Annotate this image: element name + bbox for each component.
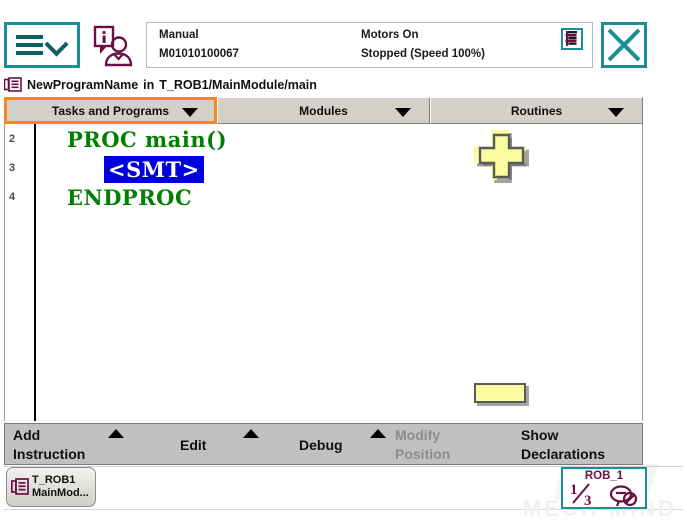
status-info-panel: Manual M01010100067 Motors On Stopped (S… [146, 22, 593, 68]
main-menu-button[interactable] [4, 22, 80, 68]
task-module-icon [11, 478, 29, 495]
program-pointer-icon [563, 30, 581, 48]
task-module: MainMod... [32, 487, 89, 499]
yellow-handle[interactable] [474, 383, 526, 403]
execution-state-label: Stopped (Speed 100%) [361, 48, 485, 60]
selector-tab-bar: Tasks and Programs Modules Routines [4, 97, 643, 124]
fraction-numerator: 1 [570, 482, 578, 498]
caret-down-icon [608, 107, 624, 117]
motors-state-label: Motors On [361, 29, 419, 41]
caret-down-icon [182, 107, 198, 117]
add-plus-icon [478, 133, 526, 180]
program-module-icon [4, 77, 22, 92]
code-text: ENDPROC [67, 185, 193, 210]
toolbar-label-line1: Debug [299, 437, 343, 453]
status-bar: T_ROB1 MainMod... ROB_1 1 3 [4, 466, 683, 511]
line-number: 2 [9, 133, 16, 145]
chevron-down-icon [46, 34, 68, 56]
breadcrumb-separator: in [143, 78, 155, 92]
toolbar-show-declarations[interactable]: Show Declarations [521, 424, 605, 464]
caret-up-icon[interactable] [370, 429, 386, 438]
operating-mode-label: Manual [159, 29, 199, 41]
caret-down-icon [395, 107, 411, 117]
line-number: 3 [9, 162, 16, 174]
tab-label: Routines [510, 103, 563, 118]
close-x-icon [607, 28, 641, 62]
toolbar-label-line2: Instruction [13, 446, 86, 462]
line-number: 4 [9, 191, 16, 203]
caret-up-icon[interactable] [108, 429, 124, 438]
breadcrumb-program: NewProgramName [27, 78, 139, 92]
toolbar-label-line2: Position [395, 446, 451, 462]
hamburger-menu-icon [16, 35, 43, 55]
close-button[interactable] [601, 22, 647, 68]
header-bar: Manual M01010100067 Motors On Stopped (S… [4, 22, 683, 70]
controller-id-label: M01010100067 [159, 48, 239, 60]
add-plus-button[interactable] [474, 130, 526, 180]
breadcrumb-path: T_ROB1/MainModule/main [159, 78, 317, 92]
program-pointer-button[interactable] [561, 28, 583, 50]
toolbar-label-line1: Show [521, 427, 559, 443]
task-button[interactable]: T_ROB1 MainMod... [6, 467, 96, 507]
toolbar-label-line2: Declarations [521, 446, 606, 462]
breadcrumb: NewProgramName in T_ROB1/MainModule/main [4, 74, 683, 96]
caret-up-icon[interactable] [243, 429, 259, 438]
tab-label: Modules [299, 103, 348, 118]
tab-label: Tasks and Programs [51, 103, 170, 118]
code-line[interactable]: 4 ENDPROC [5, 184, 642, 213]
tab-tasks-and-programs[interactable]: Tasks and Programs [4, 97, 217, 124]
toolbar-add-instruction[interactable]: Add Instruction [13, 424, 85, 464]
toolbar-label-line1: Modify [395, 427, 441, 443]
tab-routines[interactable]: Routines [430, 97, 643, 124]
code-line-selected[interactable]: 3 <SMT> [5, 155, 642, 184]
axis-fraction-indicator: 1 3 [570, 482, 592, 507]
fraction-denominator: 3 [584, 493, 592, 507]
code-text-selected: <SMT> [104, 156, 204, 183]
operator-info-button[interactable] [88, 24, 136, 68]
tool-disabled-icon [609, 485, 638, 507]
code-text: PROC main() [67, 127, 228, 152]
toolbar-label-line1: Add [13, 427, 41, 443]
flexpendant-screen: MECH MIND Manual M01010100067 [0, 0, 687, 526]
toolbar-label-line1: Edit [180, 437, 207, 453]
action-toolbar: Add Instruction Edit Debug Modify Positi… [4, 423, 643, 465]
robot-status-widget[interactable]: ROB_1 1 3 [561, 467, 647, 509]
code-line[interactable]: 2 PROC main() [5, 126, 642, 155]
task-name: T_ROB1 [32, 474, 76, 486]
task-button-text: T_ROB1 MainMod... [32, 474, 89, 500]
toolbar-modify-position[interactable]: Modify Position [395, 424, 450, 464]
operator-info-icon [93, 25, 133, 67]
tab-modules[interactable]: Modules [217, 97, 430, 124]
code-editor[interactable]: 2 PROC main() 3 <SMT> 4 ENDPROC [4, 124, 643, 421]
